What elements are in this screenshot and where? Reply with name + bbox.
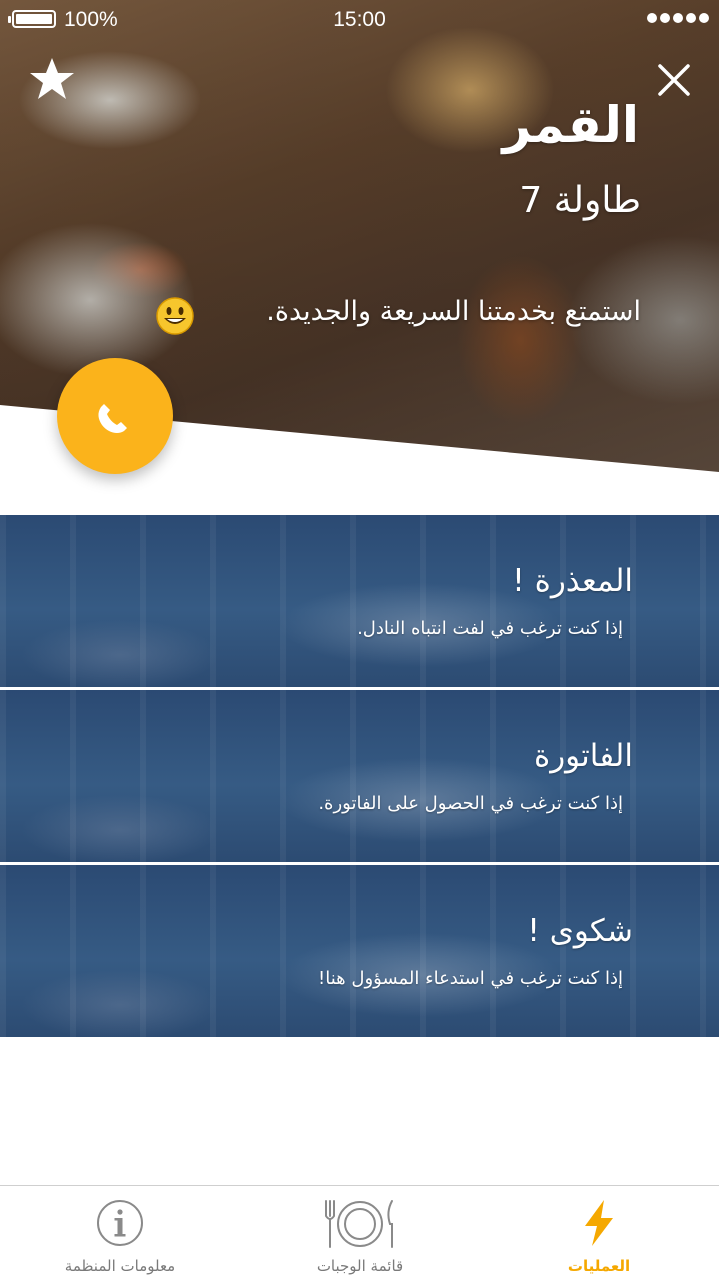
tab-organization-info[interactable]: معلومات المنظمة — [0, 1186, 240, 1281]
lightning-icon — [585, 1200, 613, 1246]
welcome-message: استمتع بخدمتنا السريعة والجديدة. — [266, 296, 641, 327]
bottom-tab-bar: معلومات المنظمة قائمة الوجبات العمليات — [0, 1185, 719, 1280]
service-options-list: المعذرة ! إذا كنت ترغب في لفت انتباه الن… — [0, 515, 719, 1037]
option-title: شكوى ! — [527, 913, 633, 949]
option-card-excuse-me[interactable]: المعذرة ! إذا كنت ترغب في لفت انتباه الن… — [0, 515, 719, 687]
tab-operations[interactable]: العمليات — [479, 1186, 719, 1281]
cutlery-plate-icon — [325, 1200, 393, 1248]
signal-strength-icon — [647, 13, 709, 23]
option-subtitle: إذا كنت ترغب في لفت انتباه النادل. — [357, 618, 623, 639]
option-card-complaint[interactable]: شكوى ! إذا كنت ترغب في استدعاء المسؤول ه… — [0, 865, 719, 1037]
table-number: طاولة 7 — [519, 180, 641, 221]
tab-menu[interactable]: قائمة الوجبات — [240, 1186, 480, 1281]
option-subtitle: إذا كنت ترغب في استدعاء المسؤول هنا! — [318, 968, 623, 989]
hero-banner: 100% 15:00 القمر طاولة 7 استمتع بخدمتنا … — [0, 0, 719, 520]
close-icon — [658, 64, 690, 96]
status-time: 15:00 — [333, 8, 386, 31]
tab-label: معلومات المنظمة — [64, 1257, 176, 1275]
option-subtitle: إذا كنت ترغب في الحصول على الفاتورة. — [318, 793, 623, 814]
option-card-bill[interactable]: الفاتورة إذا كنت ترغب في الحصول على الفا… — [0, 690, 719, 862]
status-bar: 100% 15:00 — [0, 0, 719, 40]
star-icon — [30, 58, 74, 99]
restaurant-name: القمر — [502, 96, 639, 154]
option-title: المعذرة ! — [512, 563, 633, 599]
favorite-star-button[interactable] — [28, 56, 76, 102]
tab-label: قائمة الوجبات — [316, 1257, 404, 1275]
phone-icon — [98, 404, 127, 433]
close-button[interactable] — [654, 60, 694, 100]
option-title: الفاتورة — [533, 738, 633, 774]
call-waiter-button[interactable] — [57, 358, 173, 474]
info-icon — [97, 1200, 143, 1246]
smiley-icon — [156, 297, 194, 335]
tab-label: العمليات — [567, 1257, 631, 1275]
